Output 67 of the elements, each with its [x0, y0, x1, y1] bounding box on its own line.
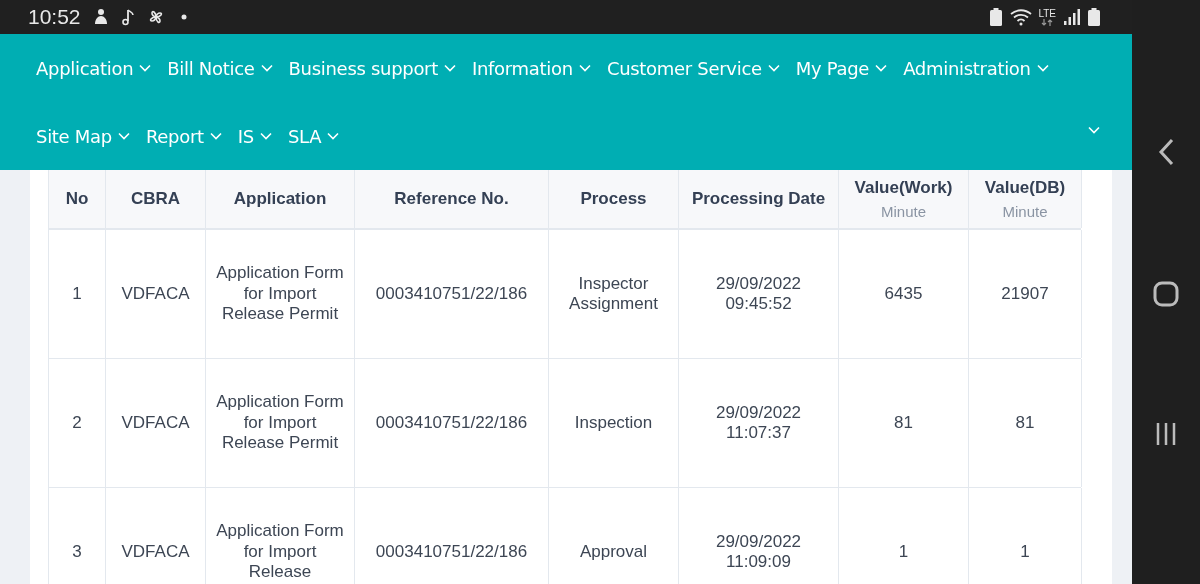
- menu-item[interactable]: Business support: [288, 54, 456, 82]
- menu-item[interactable]: Report: [145, 122, 222, 150]
- music-note-icon: [120, 8, 135, 26]
- table-cell: 1: [839, 488, 969, 584]
- column-header: Reference No.: [355, 170, 549, 228]
- menu-item[interactable]: My Page: [795, 54, 888, 82]
- recent-apps-button[interactable]: [1154, 422, 1178, 447]
- chevron-down-icon: [117, 132, 130, 140]
- status-time: 10:52: [28, 4, 81, 31]
- table-cell: Inspection: [549, 359, 679, 487]
- menu-item[interactable]: SLA: [287, 122, 340, 150]
- chevron-down-icon: [767, 64, 780, 72]
- table-cell: 21907: [969, 230, 1082, 358]
- menu-item[interactable]: Site Map: [36, 122, 130, 150]
- column-header: Processing Date: [679, 170, 839, 228]
- column-header: Application: [206, 170, 355, 228]
- chevron-down-icon: [1088, 126, 1100, 134]
- network-type: LTE: [1038, 8, 1056, 19]
- table-cell: Approval: [549, 488, 679, 584]
- chevron-down-icon: [259, 132, 272, 140]
- menu-item[interactable]: Bill Notice: [167, 54, 273, 82]
- table-cell: 2: [49, 359, 106, 487]
- signal-icon: [1064, 9, 1080, 25]
- table-cell: Application Form for Import Release Permit: [206, 230, 355, 358]
- table-cell: 81: [839, 359, 969, 487]
- person-icon: [92, 8, 109, 26]
- home-button[interactable]: [1153, 281, 1179, 307]
- chevron-down-icon: [327, 132, 340, 140]
- table-cell: 0003410751/22/186: [355, 359, 549, 487]
- table-cell: VDFACA: [106, 359, 206, 487]
- table-cell: 1: [49, 230, 106, 358]
- battery-icon: [1088, 8, 1100, 26]
- dot-icon: [180, 14, 187, 20]
- table-cell: 29/09/2022 09:45:52: [679, 230, 839, 358]
- chevron-down-icon: [443, 64, 456, 72]
- table-cell: 0003410751/22/186: [355, 230, 549, 358]
- table-cell: 0003410751/22/186: [355, 488, 549, 584]
- chevron-down-icon: [209, 132, 222, 140]
- chevron-down-icon: [1036, 64, 1049, 72]
- menu-item[interactable]: Customer Service: [606, 54, 780, 82]
- table-cell: 3: [49, 488, 106, 584]
- chevron-down-icon: [578, 64, 591, 72]
- battery-saver-icon: [990, 8, 1003, 26]
- menu-item[interactable]: IS: [237, 122, 272, 150]
- column-header: No: [49, 170, 106, 228]
- table-cell: Inspector Assignment: [549, 230, 679, 358]
- column-header: Value(DB) Minute: [969, 170, 1082, 228]
- table-cell: 1: [969, 488, 1082, 584]
- menu-item[interactable]: Information: [471, 54, 591, 82]
- menu-item[interactable]: Application: [36, 54, 152, 82]
- data-arrows-icon: [1041, 18, 1054, 26]
- back-button[interactable]: [1157, 137, 1175, 166]
- table-cell: VDFACA: [106, 488, 206, 584]
- table-cell: 29/09/2022 11:07:37: [679, 359, 839, 487]
- table-cell: 81: [969, 359, 1082, 487]
- column-header: CBRA: [106, 170, 206, 228]
- table-cell: 6435: [839, 230, 969, 358]
- table-cell: VDFACA: [106, 230, 206, 358]
- menu-item[interactable]: Administration: [903, 54, 1049, 82]
- table-cell: Application Form for Import Release: [206, 488, 355, 584]
- column-header: Value(Work) Minute: [839, 170, 969, 228]
- chevron-down-icon: [875, 64, 888, 72]
- chevron-down-icon: [139, 64, 152, 72]
- table-cell: 29/09/2022 11:09:09: [679, 488, 839, 584]
- table-cell: Application Form for Import Release Permit: [206, 359, 355, 487]
- chevron-down-icon: [260, 64, 273, 72]
- column-header: Process: [549, 170, 679, 228]
